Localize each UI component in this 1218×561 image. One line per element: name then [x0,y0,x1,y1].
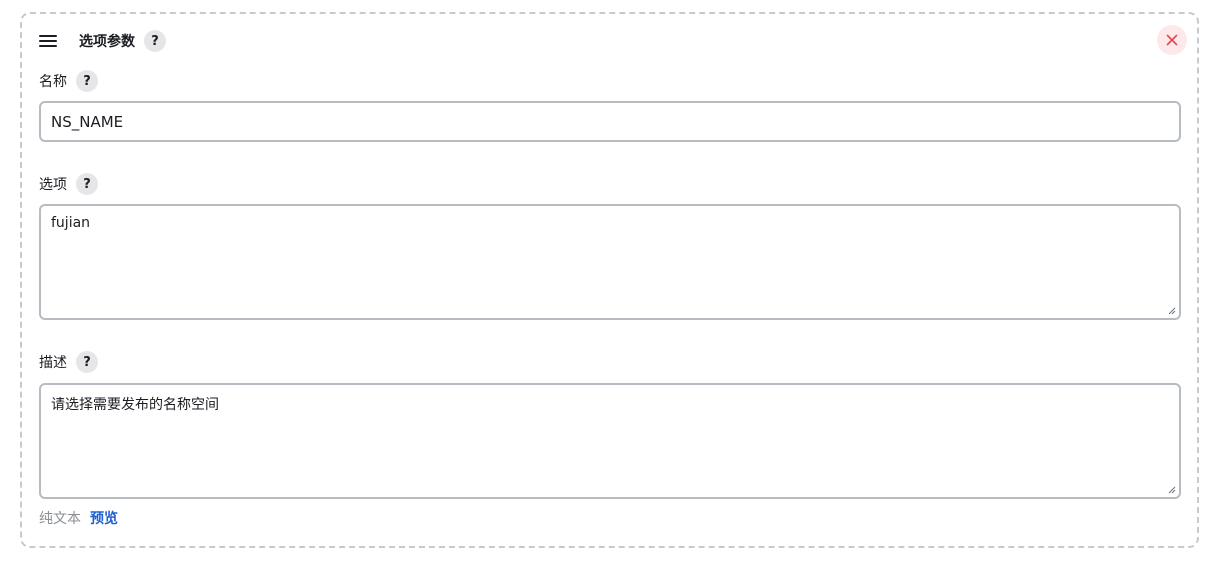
resize-grip-icon[interactable] [1168,486,1176,494]
name-help-button[interactable]: ? [76,70,98,92]
name-label-row: 名称 ? [39,69,98,93]
description-textarea[interactable]: 请选择需要发布的名称空间 [39,383,1181,499]
description-help-button[interactable]: ? [76,351,98,373]
plain-text-label: 纯文本 [39,511,81,527]
section-title: 选项参数 [79,34,135,50]
description-label: 描述 [39,355,67,371]
choices-textarea-value: fujian [51,215,91,231]
section-help-button[interactable]: ? [144,30,166,52]
name-input-value: NS_NAME [51,112,124,131]
choices-textarea[interactable]: fujian [39,204,1181,320]
resize-grip-icon[interactable] [1168,307,1176,315]
name-label: 名称 [39,74,67,90]
preview-link[interactable]: 预览 [90,508,118,528]
section-header: 选项参数 ? [39,28,166,54]
description-label-row: 描述 ? [39,350,98,374]
name-input[interactable]: NS_NAME [39,101,1181,142]
choices-help-button[interactable]: ? [76,173,98,195]
close-button[interactable] [1157,25,1187,55]
description-textarea-value: 请选择需要发布的名称空间 [51,397,219,413]
format-links: 纯文本 预览 [39,508,118,528]
choices-label-row: 选项 ? [39,172,98,196]
choices-label: 选项 [39,177,67,193]
hamburger-icon[interactable] [39,35,57,47]
close-icon [1166,34,1178,46]
